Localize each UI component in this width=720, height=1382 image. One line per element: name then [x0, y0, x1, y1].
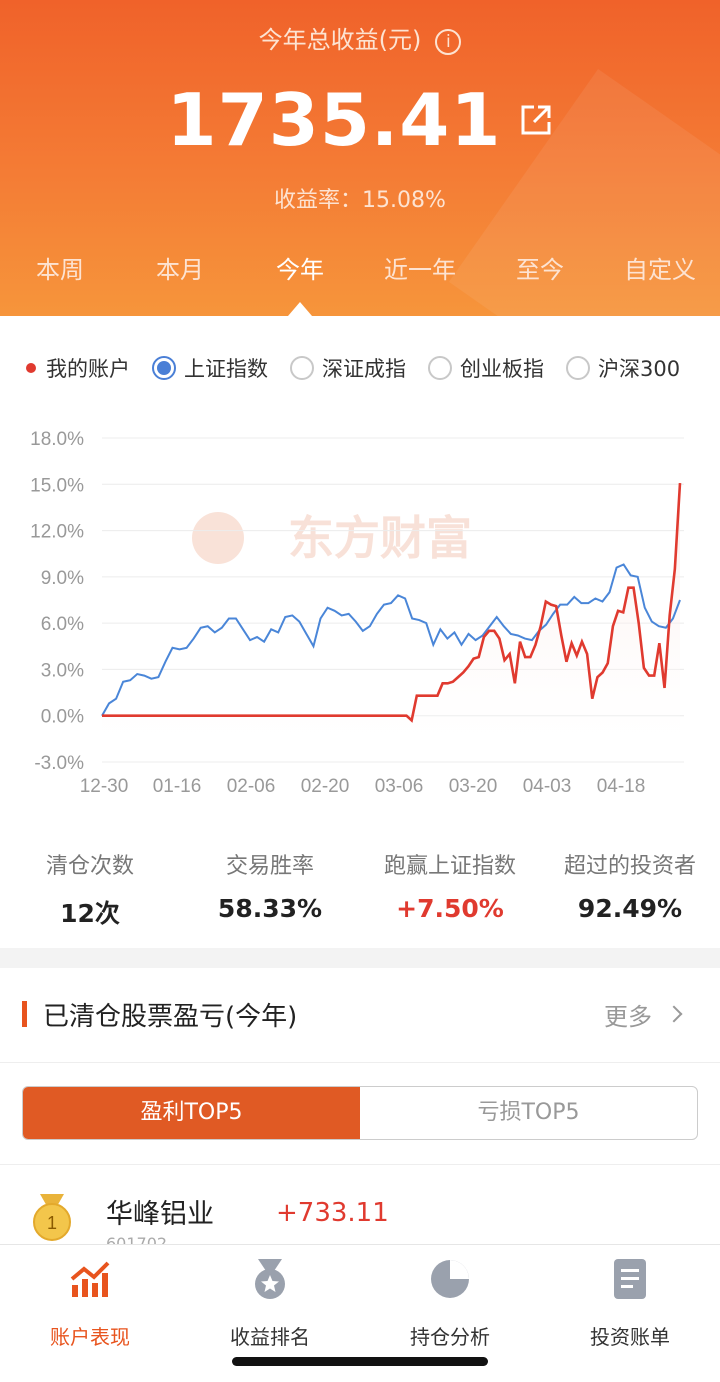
tab-to-date[interactable]: 至今 [480, 250, 600, 290]
document-icon [614, 1259, 646, 1299]
radio-icon[interactable] [290, 356, 314, 380]
chart-legend: 我的账户 上证指数 深证成指 创业板指 沪深300 [26, 352, 710, 384]
stat-value: 92.49% [577, 894, 683, 923]
x-tick-label: 03-20 [449, 776, 498, 797]
stock-profit: +733.11 [276, 1198, 389, 1228]
watermark-text: 东方财富 [288, 511, 472, 565]
legend-option-csi300[interactable]: 沪深300 [566, 353, 680, 383]
y-tick-label: 6.0% [41, 614, 84, 635]
pie-chart-icon [431, 1260, 469, 1298]
radio-icon[interactable] [566, 356, 590, 380]
stat-win-rate: 交易胜率 58.33% [180, 848, 360, 930]
more-label: 更多 [604, 1002, 652, 1031]
gold-medal-icon: 1 [33, 1194, 71, 1241]
y-tick-label: 9.0% [41, 568, 84, 589]
info-icon[interactable]: i [435, 29, 462, 55]
legend-sse-label: 上证指数 [184, 357, 268, 381]
stat-value: 58.33% [217, 894, 323, 923]
active-tab-pointer [288, 302, 312, 316]
chart-card: 我的账户 上证指数 深证成指 创业板指 沪深300 东方财富 18.0% 15.0%… [0, 316, 720, 948]
nav-investment-bill[interactable]: 投资账单 [540, 1245, 720, 1350]
y-tick-label: 12.0% [30, 522, 84, 543]
y-tick-label: 0.0% [41, 707, 84, 728]
y-tick-label: 18.0% [30, 429, 84, 450]
section-accent-bar [22, 1001, 27, 1027]
x-tick-label: 04-03 [523, 776, 572, 797]
tab-month[interactable]: 本月 [120, 250, 240, 290]
x-tick-label: 01-16 [153, 776, 202, 797]
legend-csi300-label: 沪深300 [598, 357, 681, 381]
stat-value: 12次 [60, 899, 120, 928]
legend-option-chinext[interactable]: 创业板指 [428, 353, 544, 383]
x-tick-label: 04-18 [597, 776, 646, 797]
return-chart: 东方财富 18.0% 15.0% 12.0% 9.0% 6.0% 3.0% 0.0% -3.0%… [30, 429, 684, 797]
nav-holdings-analysis[interactable]: 持仓分析 [360, 1245, 540, 1350]
section-title: 已清仓股票盈亏(今年) [43, 1001, 298, 1032]
tab-loss-top5[interactable]: 亏损TOP5 [360, 1087, 697, 1139]
stat-label: 超过的投资者 [563, 854, 696, 879]
total-income-value: 1735.41 [0, 78, 720, 162]
x-tick-label: 12-30 [80, 776, 129, 797]
tab-this-year[interactable]: 今年 [240, 250, 360, 290]
nav-label: 账户表现 [50, 1325, 130, 1349]
stats-row: 清仓次数 12次 交易胜率 58.33% 跑赢上证指数 +7.50% 超过的投资者 92… [0, 848, 720, 930]
return-rate: 收益率：15.08% [274, 188, 446, 213]
chevron-right-icon [665, 1005, 683, 1023]
legend-chinext-label: 创业板指 [460, 357, 544, 381]
more-link[interactable]: 更多 [604, 997, 683, 1032]
medal-star-icon [255, 1259, 285, 1299]
stat-label: 清仓次数 [45, 854, 134, 879]
y-tick-label: 15.0% [30, 475, 84, 496]
divider [0, 1164, 720, 1165]
total-income-number: 1735.41 [166, 78, 502, 162]
period-tabs: 本周 本月 今年 近一年 至今 自定义 [0, 250, 720, 290]
red-dot-icon [26, 363, 36, 373]
tab-week[interactable]: 本周 [0, 250, 120, 290]
radio-icon[interactable] [428, 356, 452, 380]
stat-label: 跑赢上证指数 [383, 854, 516, 879]
section-header: 已清仓股票盈亏(今年) 更多 [22, 996, 683, 1032]
nav-label: 投资账单 [590, 1325, 670, 1349]
nav-label: 收益排名 [230, 1325, 310, 1349]
tab-custom[interactable]: 自定义 [600, 250, 720, 290]
radio-selected-icon[interactable] [152, 356, 176, 380]
tab-profit-top5[interactable]: 盈利TOP5 [23, 1087, 360, 1139]
legend-my-account: 我的账户 [26, 353, 130, 383]
medal-rank: 1 [47, 1213, 57, 1233]
legend-option-sse[interactable]: 上证指数 [152, 353, 268, 383]
nav-label: 持仓分析 [410, 1325, 490, 1349]
trend-chart-icon [70, 1261, 110, 1297]
nav-income-ranking[interactable]: 收益排名 [180, 1245, 360, 1350]
profit-loss-toggle: 盈利TOP5 亏损TOP5 [22, 1086, 698, 1140]
watermark-logo-icon [192, 512, 244, 564]
share-icon[interactable] [519, 103, 553, 137]
stock-name: 华峰铝业 [106, 1199, 214, 1230]
divider [0, 1062, 720, 1063]
legend-my-account-label: 我的账户 [46, 357, 130, 381]
y-tick-label: 3.0% [41, 660, 84, 681]
total-income-label: 今年总收益(元) i [0, 20, 720, 55]
stat-value: +7.50% [396, 894, 504, 923]
y-tick-label: -3.0% [34, 753, 84, 774]
x-tick-label: 02-06 [227, 776, 276, 797]
tab-last-year[interactable]: 近一年 [360, 250, 480, 290]
x-tick-label: 03-06 [375, 776, 424, 797]
stat-beat-investors: 超过的投资者 92.49% [540, 848, 720, 930]
stat-beat-index: 跑赢上证指数 +7.50% [360, 848, 540, 930]
legend-szse-label: 深证成指 [322, 357, 406, 381]
stock-row[interactable]: 1 华峰铝业 601702 +733.11 [0, 1188, 720, 1253]
bottom-nav: 账户表现 收益排名 持仓分析 投资账单 [0, 1244, 720, 1382]
header: 今年总收益(元) i 1735.41 收益率：15.08% 本周 本月 今年 近一… [0, 0, 720, 316]
stat-clear-count: 清仓次数 12次 [0, 848, 180, 930]
legend-option-szse[interactable]: 深证成指 [290, 353, 406, 383]
x-tick-label: 02-20 [301, 776, 350, 797]
home-indicator [232, 1357, 488, 1366]
closed-positions-card: 已清仓股票盈亏(今年) 更多 盈利TOP5 亏损TOP5 1 华峰铝业 6017… [0, 968, 720, 1268]
nav-account-performance[interactable]: 账户表现 [0, 1245, 180, 1350]
total-income-label-text: 今年总收益(元) [258, 26, 422, 54]
stat-label: 交易胜率 [225, 854, 314, 879]
